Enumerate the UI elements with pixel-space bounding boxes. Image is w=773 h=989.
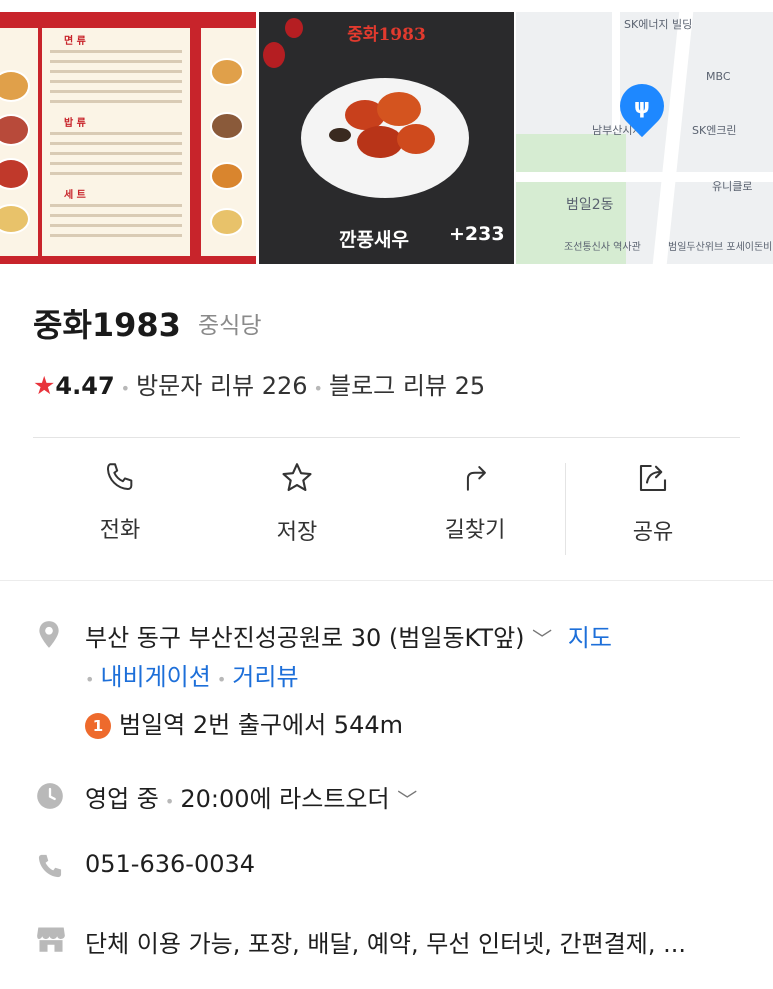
photo-count-badge: +233: [449, 223, 505, 245]
map-label: 범일두산위브 포세이돈비아파트: [668, 242, 773, 253]
subway-distance: 범일역 2번 출구에서 544m: [119, 711, 403, 739]
separator-dot: •: [313, 379, 323, 398]
menu-line: [50, 100, 182, 103]
action-separator: [565, 463, 566, 555]
menu-line: [50, 234, 182, 237]
share-icon: [639, 464, 667, 492]
map-label: SK엔크린: [692, 124, 737, 137]
map-road: [652, 12, 694, 264]
visitor-reviews-link[interactable]: 방문자 리뷰 226: [136, 372, 307, 400]
place-category: 중식당: [198, 313, 262, 339]
address-text[interactable]: 부산 동구 부산진성공원로 30 (범일동KT앞): [85, 624, 525, 652]
directions-label: 길찾기: [444, 518, 506, 543]
clock-icon: [37, 783, 63, 809]
blog-reviews-link[interactable]: 블로그 리뷰 25: [329, 372, 485, 400]
dish-thumbnail: [210, 58, 244, 86]
menu-photo[interactable]: 면 류 밥 류 세 트: [0, 12, 256, 264]
restaurant-icon: ψ: [634, 94, 650, 118]
phone-icon: [38, 854, 62, 878]
separator-dot: •: [164, 792, 175, 811]
address-row: 부산 동구 부산진성공원로 30 (범일동KT앞) ﹀ 지도: [85, 618, 612, 653]
menu-line: [50, 204, 182, 207]
lantern-decoration: [263, 42, 285, 68]
hours-detail: 20:00에 라스트오더: [180, 785, 390, 813]
divider: [0, 580, 773, 581]
save-label: 저장: [276, 520, 318, 545]
dish-thumbnail: [210, 162, 244, 190]
chevron-down-icon[interactable]: ﹀: [532, 627, 552, 651]
food-photo-label: 깐풍새우: [339, 229, 409, 251]
share-label: 공유: [632, 520, 674, 545]
directions-button[interactable]: 길찾기: [400, 460, 550, 544]
menu-line: [50, 50, 182, 53]
navigation-link[interactable]: 내비게이션: [100, 663, 210, 691]
menu-board: 면 류 밥 류 세 트: [42, 28, 190, 256]
shrimp: [377, 92, 421, 126]
street-view-link[interactable]: 거리뷰: [232, 663, 298, 691]
action-bar: 전화 저장 길찾기 공유: [0, 460, 773, 560]
menu-line: [50, 224, 182, 227]
store-icon: [37, 927, 65, 952]
divider: [33, 437, 740, 438]
phone-icon: [106, 463, 133, 491]
map-label: 유니클로: [712, 180, 753, 193]
share-button[interactable]: 공유: [578, 460, 728, 546]
phone-number[interactable]: 051-636-0034: [85, 850, 255, 878]
menu-header: 밥 류: [64, 118, 86, 129]
map-label: SK에너지 빌딩: [624, 18, 693, 31]
separator-dot: •: [216, 670, 227, 689]
menu-header: 면 류: [64, 36, 86, 47]
hours-status: 영업 중: [85, 785, 159, 813]
amenities-text[interactable]: 단체 이용 가능, 포장, 배달, 예약, 무선 인터넷, 간편결제, ...: [85, 924, 686, 959]
food-photo[interactable]: 중화1983 깐풍새우 +233: [259, 12, 514, 264]
location-pin-icon: [39, 621, 59, 648]
rating-star-icon: ★: [33, 371, 56, 400]
menu-header: 세 트: [64, 190, 86, 201]
directions-icon: [466, 466, 486, 491]
separator-dot: •: [85, 670, 95, 689]
menu-line: [50, 132, 182, 135]
menu-line: [50, 90, 182, 93]
save-button[interactable]: 저장: [222, 460, 372, 546]
menu-line: [50, 214, 182, 217]
map-label: 범일2동: [566, 197, 614, 213]
menu-line: [50, 60, 182, 63]
call-button[interactable]: 전화: [45, 460, 195, 544]
menu-line: [50, 142, 182, 145]
mushroom: [329, 128, 351, 142]
map-label: MBC: [706, 70, 731, 83]
rating-row: ★4.47 • 방문자 리뷰 226 • 블로그 리뷰 25: [33, 366, 485, 401]
map-thumbnail[interactable]: SK에너지 빌딩 MBC 남부산시사 SK엔크린 유니클로 범일2동 조선통신사…: [516, 12, 773, 264]
rating-value: 4.47: [55, 372, 115, 400]
food-photo-title: 중화1983: [347, 25, 426, 45]
chevron-down-icon[interactable]: ﹀: [397, 788, 417, 812]
separator-dot: •: [120, 379, 131, 398]
subway-exit-badge: 1: [85, 713, 111, 739]
place-name: 중화1983: [33, 306, 181, 344]
map-label: 조선통신사 역사관: [564, 242, 641, 253]
star-icon: [282, 463, 312, 492]
menu-line: [50, 162, 182, 165]
menu-line: [50, 80, 182, 83]
subway-row: 1 범일역 2번 출구에서 544m: [85, 705, 403, 740]
hours-row[interactable]: 영업 중 • 20:00에 라스트오더 ﹀: [85, 779, 417, 814]
photo-gallery[interactable]: 면 류 밥 류 세 트 중화1983 깐풍새우 +233 SK에너지 빌딩 MB…: [0, 12, 773, 264]
dish-thumbnail: [210, 112, 244, 140]
shrimp: [397, 124, 435, 154]
menu-line: [50, 152, 182, 155]
call-label: 전화: [99, 518, 141, 543]
menu-line: [50, 70, 182, 73]
map-road: [612, 12, 620, 132]
shrimp: [357, 126, 403, 158]
menu-line: [50, 172, 182, 175]
dish-thumbnail: [210, 208, 244, 236]
address-links-row: • 내비게이션 • 거리뷰: [85, 657, 299, 692]
map-link[interactable]: 지도: [568, 624, 612, 652]
